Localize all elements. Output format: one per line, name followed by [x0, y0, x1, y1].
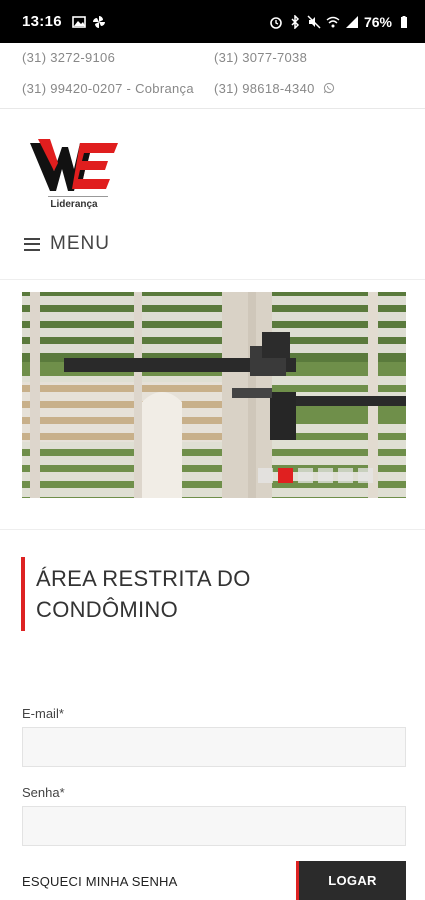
alarm-icon: [269, 15, 283, 29]
carousel-dot[interactable]: [318, 468, 333, 483]
hamburger-icon: [24, 237, 40, 251]
battery-percent: 76%: [363, 13, 392, 30]
mute-icon: [307, 14, 321, 29]
carousel-dots: [258, 468, 373, 483]
password-field[interactable]: [22, 806, 406, 846]
phone-link-whatsapp[interactable]: (31) 98618-4340: [214, 81, 315, 96]
carousel-dot[interactable]: [358, 468, 373, 483]
email-label: E-mail*: [22, 706, 64, 721]
section-header: ÁREA RESTRITA DO CONDÔMINO: [21, 557, 411, 631]
carousel-dot[interactable]: [338, 468, 353, 483]
phone-link-1[interactable]: (31) 3272-9106: [22, 50, 115, 65]
menu-label: MENU: [50, 233, 110, 254]
we-logo-mark: [30, 139, 118, 191]
password-label: Senha*: [22, 785, 65, 800]
login-button[interactable]: LOGAR: [296, 861, 406, 900]
carousel-dot[interactable]: [298, 468, 313, 483]
forgot-password-link[interactable]: ESQUECI MINHA SENHA: [22, 874, 178, 889]
battery-icon: [397, 15, 411, 29]
carousel-dot-active[interactable]: [278, 468, 293, 483]
image-icon: [72, 15, 86, 29]
menu-toggle[interactable]: MENU: [24, 230, 110, 258]
phone-link-2[interactable]: (31) 3077-7038: [214, 50, 307, 65]
logo-text: Liderança: [50, 199, 98, 210]
page-title-line-1: ÁREA RESTRITA DO: [36, 566, 251, 591]
pinwheel-icon: [92, 15, 106, 29]
whatsapp-contact[interactable]: (31) 98618-4340: [214, 81, 335, 96]
divider: [0, 279, 425, 280]
status-time: 13:16: [22, 13, 62, 30]
wifi-signal-icon: [326, 15, 340, 29]
logo-divider: [48, 196, 108, 197]
email-field[interactable]: [22, 727, 406, 767]
contact-bar: (31) 3272-9106 (31) 3077-7038 (31) 99420…: [0, 43, 425, 109]
bluetooth-icon: [288, 14, 302, 29]
cell-signal-icon: [345, 15, 359, 29]
brand-logo[interactable]: Liderança: [28, 133, 120, 213]
carousel-dot[interactable]: [258, 468, 273, 483]
page-title-line-2: CONDÔMINO: [36, 597, 179, 622]
status-bar: 13:16 76%: [0, 0, 425, 43]
whatsapp-icon: [323, 82, 335, 94]
phone-link-billing[interactable]: (31) 99420-0207 - Cobrança: [22, 81, 194, 96]
page-title: ÁREA RESTRITA DO CONDÔMINO: [36, 557, 411, 625]
divider: [0, 529, 425, 530]
